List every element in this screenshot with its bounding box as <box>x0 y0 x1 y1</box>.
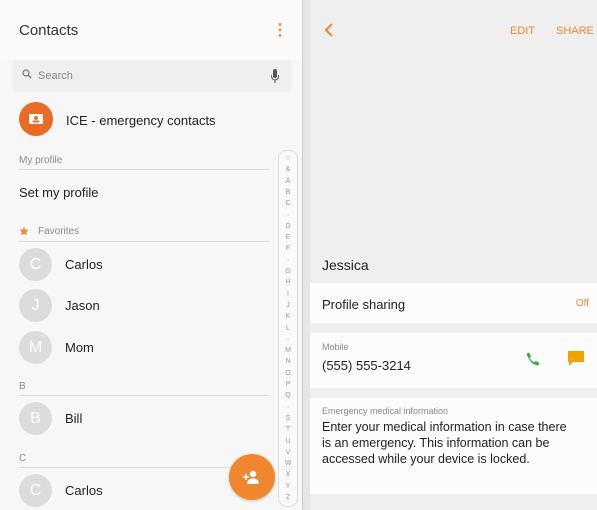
ice-id-card-icon <box>29 114 43 124</box>
emergency-text: Enter your medical information in case t… <box>322 420 567 466</box>
more-vert-icon[interactable]: ⋮ <box>272 20 288 42</box>
index-letter[interactable]: F <box>279 245 297 253</box>
section-b: B <box>19 381 26 392</box>
share-button[interactable]: SHARE <box>556 25 594 37</box>
section-c: C <box>19 453 27 464</box>
back-arrow-icon[interactable] <box>322 20 338 40</box>
search-icon <box>22 69 32 79</box>
contact-name: Carlos <box>65 257 103 272</box>
index-letter[interactable]: M <box>279 347 297 355</box>
index-letter[interactable]: Y <box>279 483 297 491</box>
index-letter[interactable]: T <box>279 426 297 434</box>
index-letter[interactable]: W <box>279 460 297 468</box>
index-letter[interactable]: · <box>279 212 297 220</box>
index-letter[interactable]: V <box>279 449 297 457</box>
contacts-header: Contacts ⋮ <box>0 0 302 60</box>
profile-sharing-value: Off <box>575 298 589 309</box>
set-my-profile[interactable]: Set my profile <box>19 185 98 200</box>
phone-icon[interactable] <box>525 351 541 367</box>
mic-icon[interactable] <box>270 68 280 84</box>
star-icon <box>19 226 29 236</box>
index-letter[interactable]: A <box>279 178 297 186</box>
alphabet-index-scroller[interactable]: ☆ & A B C · D E F · G H I J K L · M N O P Q · S T U V W X Y Z <box>278 150 298 507</box>
add-contact-icon <box>243 470 259 484</box>
avatar: M <box>19 331 52 364</box>
ice-emergency-contacts[interactable]: ICE - emergency contacts <box>0 102 302 142</box>
index-letter[interactable]: L <box>279 325 297 333</box>
avatar: C <box>19 248 52 281</box>
contact-name: Mom <box>65 340 94 355</box>
index-letter[interactable]: J <box>279 302 297 310</box>
section-my-profile: My profile <box>19 155 63 166</box>
contact-name: Jason <box>65 298 100 313</box>
message-icon[interactable] <box>567 350 585 367</box>
add-contact-button[interactable] <box>229 454 275 500</box>
ice-label: ICE - emergency contacts <box>66 113 216 128</box>
index-letter[interactable]: D <box>279 223 297 231</box>
avatar: B <box>19 402 52 435</box>
emergency-info-row[interactable]: Emergency medical information Enter your… <box>310 398 597 494</box>
index-letter[interactable]: · <box>279 336 297 344</box>
profile-sharing-row[interactable]: Profile sharing Off <box>310 283 597 323</box>
emergency-label: Emergency medical information <box>322 406 449 416</box>
index-letter[interactable]: H <box>279 279 297 287</box>
index-letter[interactable]: · <box>279 404 297 412</box>
contact-row[interactable]: C Carlos <box>0 248 270 284</box>
search-bar[interactable] <box>12 60 292 92</box>
contact-name: Carlos <box>65 483 103 498</box>
contact-row[interactable]: M Mom <box>0 331 270 367</box>
index-letter[interactable]: S <box>279 415 297 423</box>
ice-avatar <box>19 102 53 136</box>
index-letter[interactable]: E <box>279 234 297 242</box>
index-letter[interactable]: ☆ <box>279 155 297 163</box>
index-letter[interactable]: · <box>279 257 297 265</box>
index-letter[interactable]: P <box>279 381 297 389</box>
edit-button[interactable]: EDIT <box>510 25 535 37</box>
divider <box>19 169 269 170</box>
contact-name-heading: Jessica <box>322 257 369 273</box>
index-letter[interactable]: K <box>279 313 297 321</box>
avatar: C <box>19 474 52 507</box>
page-title: Contacts <box>19 22 79 39</box>
section-favorites: Favorites <box>38 226 80 237</box>
contact-name: Bill <box>65 411 83 426</box>
contacts-panel: Contacts ⋮ ICE - emergency contacts My p… <box>0 0 303 510</box>
index-letter[interactable]: G <box>279 268 297 276</box>
index-letter[interactable]: N <box>279 358 297 366</box>
mobile-label: Mobile <box>322 342 349 352</box>
contact-row[interactable]: B Bill <box>0 402 270 438</box>
index-letter[interactable]: I <box>279 291 297 299</box>
index-letter[interactable]: C <box>279 200 297 208</box>
index-letter[interactable]: & <box>279 166 297 174</box>
mobile-row[interactable]: Mobile (555) 555-3214 <box>310 333 597 388</box>
search-input[interactable] <box>38 67 238 85</box>
index-letter[interactable]: Q <box>279 392 297 400</box>
avatar: J <box>19 289 52 322</box>
index-letter[interactable]: U <box>279 438 297 446</box>
contact-detail-panel: EDIT SHARE Jessica Profile sharing Off M… <box>310 0 597 510</box>
index-letter[interactable]: X <box>279 471 297 479</box>
index-letter[interactable]: B <box>279 189 297 197</box>
divider <box>19 241 269 242</box>
divider <box>19 395 269 396</box>
profile-sharing-label: Profile sharing <box>322 297 406 312</box>
mobile-number: (555) 555-3214 <box>322 358 411 373</box>
contact-row[interactable]: J Jason <box>0 289 270 325</box>
index-letter[interactable]: O <box>279 370 297 378</box>
index-letter[interactable]: Z <box>279 494 297 502</box>
